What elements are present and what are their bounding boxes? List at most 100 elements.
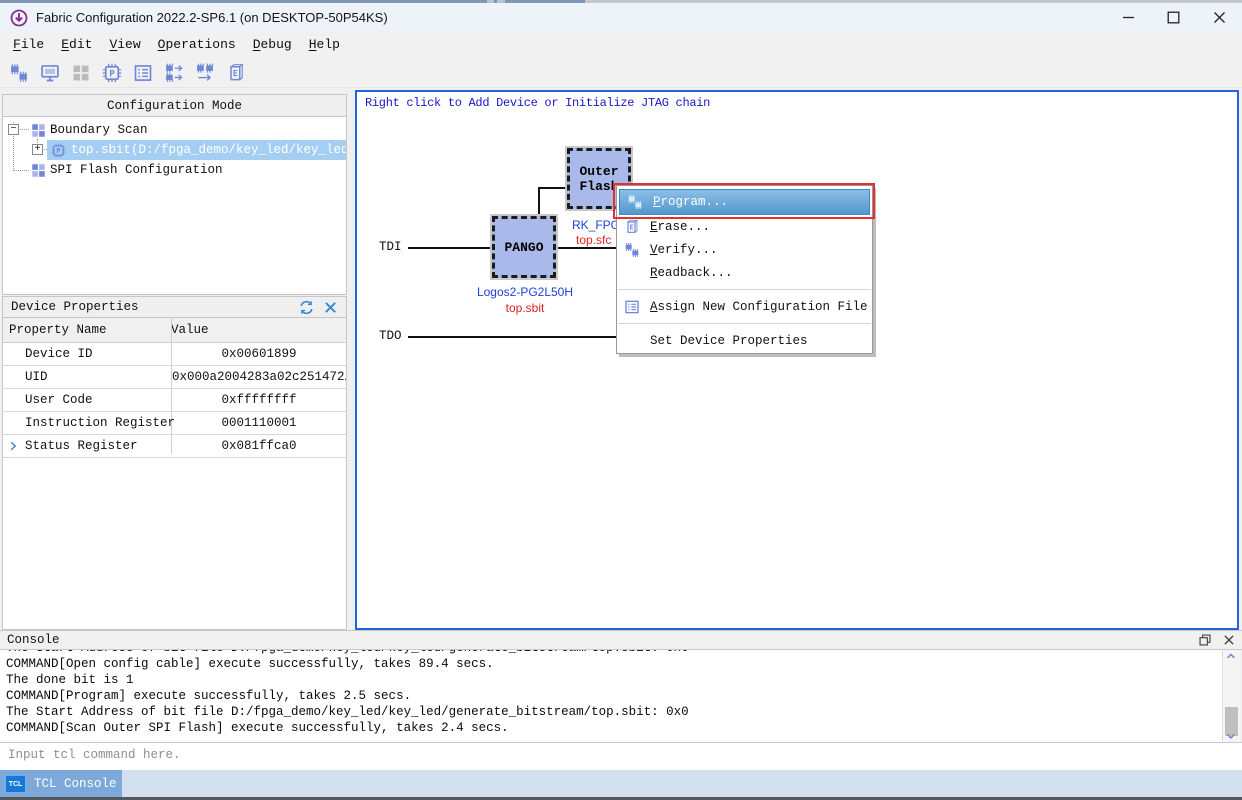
svg-text:P: P [109, 68, 115, 79]
jtag-chain-icon [9, 63, 29, 83]
menubar: File Edit View Operations Debug Help [0, 31, 1242, 58]
maximize-button[interactable] [1151, 3, 1196, 31]
device-pango[interactable]: PANGO [492, 216, 556, 278]
canvas-hint: Right click to Add Device or Initialize … [365, 96, 710, 110]
flash-wire-horizontal [538, 187, 569, 189]
tree-item-boundary-scan[interactable]: −Boundary Scan [3, 120, 346, 140]
minimize-button[interactable] [1106, 3, 1151, 31]
app-window: Fabric Configuration 2022.2-SP6.1 (on DE… [0, 0, 1242, 800]
context-menu-readback[interactable]: Readback... [617, 261, 872, 284]
device-name: Outer [579, 164, 618, 179]
tcl-command-input[interactable] [6, 747, 710, 763]
context-menu-erase[interactable]: EErase... [617, 215, 872, 238]
jtag-chain-icon [624, 242, 640, 258]
chain-arrow-out-icon [195, 63, 215, 83]
toolbar-jtag-chain-button[interactable] [8, 62, 30, 84]
no-icon [624, 265, 640, 281]
no-icon [7, 371, 19, 383]
no-icon [7, 417, 19, 429]
console-line: COMMAND[Scan Outer SPI Flash] execute su… [6, 720, 1222, 736]
tree-expander-plus-icon[interactable]: + [32, 144, 43, 155]
console-close-icon[interactable] [1222, 633, 1236, 647]
expand-chevron-icon[interactable] [7, 440, 19, 452]
book-e-icon: E [624, 219, 640, 235]
toolbar-monitor-button[interactable] [39, 62, 61, 84]
property-row-device-id[interactable]: Device ID0x00601899 [3, 343, 346, 366]
config-list-icon [624, 299, 640, 315]
menu-view[interactable]: View [109, 37, 140, 52]
toolbar-chain-arrow-right-button[interactable] [163, 62, 185, 84]
menu-file[interactable]: File [13, 37, 44, 52]
tree-expander-minus-icon[interactable]: − [8, 124, 19, 135]
menu-edit[interactable]: Edit [61, 37, 92, 52]
console-scrollbar[interactable] [1222, 650, 1240, 742]
no-icon [624, 333, 640, 349]
svg-text:P: P [56, 147, 60, 155]
property-row-user-code[interactable]: User Code0xffffffff [3, 389, 346, 412]
grid-icon [71, 63, 91, 83]
monitor-icon [40, 63, 60, 83]
toolbar-chip-p-button[interactable]: P [101, 62, 123, 84]
jtag-chain-icon [627, 194, 643, 210]
toolbar-chain-arrow-out-button[interactable] [194, 62, 216, 84]
console-line: COMMAND[Open config cable] execute succe… [6, 656, 1222, 672]
scroll-up-icon[interactable] [1225, 651, 1237, 661]
toolbar-book-e-button[interactable]: E [225, 62, 247, 84]
jtag-chain-canvas[interactable]: Right click to Add Device or Initialize … [355, 90, 1239, 630]
flash-wire-vertical [538, 187, 540, 218]
device-properties-header: Device Properties [2, 296, 347, 318]
svg-text:E: E [629, 223, 633, 231]
menu-help[interactable]: Help [309, 37, 340, 52]
device-name: PANGO [504, 240, 543, 255]
app-logo-icon [10, 9, 28, 27]
context-menu-verify[interactable]: Verify... [617, 238, 872, 261]
bottom-tabbar: TCL TCL Console [0, 770, 1242, 797]
flash-file-label: top.sfc [576, 233, 617, 247]
property-row-uid[interactable]: UID0x000a2004283a02c251472… [3, 366, 346, 389]
close-icon [1213, 11, 1226, 24]
maximize-icon [1167, 11, 1180, 24]
float-panel-icon[interactable] [1198, 633, 1212, 647]
toolbar-grid-button[interactable] [70, 62, 92, 84]
console-line: The Start Address of bit file D:/fpga_de… [6, 704, 1222, 720]
tree-item-top-sbit-d-fpga-demo-key[interactable]: +Ptop.sbit(D:/fpga_demo/key_led/key_led/… [3, 140, 346, 160]
tree-item-spi-flash-configuration[interactable]: SPI Flash Configuration [3, 160, 346, 180]
tab-tcl-console[interactable]: TCL TCL Console [0, 770, 122, 797]
column-property-name: Property Name [3, 323, 171, 337]
console-header: Console [0, 630, 1242, 650]
property-row-status-register[interactable]: Status Register0x081ffca0 [3, 435, 346, 458]
config-mode-title: Configuration Mode [107, 99, 242, 113]
column-value: Value [171, 323, 209, 337]
close-button[interactable] [1197, 3, 1242, 31]
console-log: The Start Address of bit file D:/fpga_de… [0, 650, 1222, 742]
svg-text:E: E [233, 67, 238, 77]
context-menu-assign-new-configuration-file[interactable]: Assign New Configuration File [617, 295, 872, 318]
squares-icon [31, 123, 46, 138]
context-menu-set-device-properties[interactable]: Set Device Properties [617, 329, 872, 352]
context-menu-program[interactable]: Program... [619, 189, 870, 215]
flash-part-label: RK_FPG [572, 218, 617, 232]
toolbar-config-list-button[interactable] [132, 62, 154, 84]
scroll-down-icon[interactable] [1225, 731, 1237, 741]
chip-p-icon: P [51, 143, 66, 158]
no-icon [7, 394, 19, 406]
property-row-instruction-register[interactable]: Instruction Register0001110001 [3, 412, 346, 435]
config-mode-tree: −Boundary Scan+Ptop.sbit(D:/fpga_demo/ke… [2, 117, 347, 295]
titlebar: Fabric Configuration 2022.2-SP6.1 (on DE… [0, 3, 1242, 31]
pango-file-label: top.sbit [464, 301, 586, 315]
tcl-input-row [0, 742, 1242, 770]
toolbar: PE [0, 58, 1242, 88]
refresh-icon[interactable] [299, 300, 314, 315]
menu-separator [618, 289, 871, 290]
menu-debug[interactable]: Debug [253, 37, 292, 52]
tdo-label: TDO [379, 329, 402, 343]
console-line: The done bit is 1 [6, 672, 1222, 688]
config-list-icon [133, 63, 153, 83]
menu-operations[interactable]: Operations [158, 37, 236, 52]
device-properties-table: Property Name Value Device ID0x00601899U… [2, 318, 347, 630]
config-mode-panel-header: Configuration Mode [2, 94, 347, 117]
panel-close-icon[interactable] [323, 300, 338, 315]
no-icon [7, 348, 19, 360]
tab-label: TCL Console [34, 777, 117, 791]
squares-icon [31, 163, 46, 178]
